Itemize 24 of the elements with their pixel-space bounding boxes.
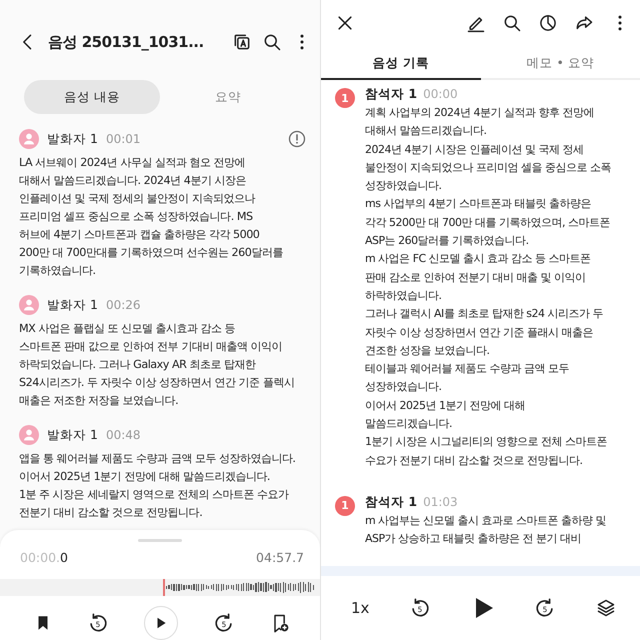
speaker-name: 발화자 1 (47, 296, 98, 314)
elapsed-time: 00:00.0 (20, 550, 68, 565)
speaker-badge: 1 (335, 496, 355, 516)
timestamp: 00:48 (106, 428, 142, 442)
speaker-name: 참석자 1 (365, 494, 418, 511)
total-time: 04:57.7 (256, 550, 304, 565)
transcript-text: m 사업부는 신모델 출시 효과로 스마트폰 출하량 및 ASP가 상승하고 태블릿 출하량은 전 분기 대비 (365, 512, 606, 548)
timestamp: 00:00 (423, 87, 458, 101)
timestamp: 00:26 (106, 298, 142, 312)
recording-title: 음성 250131_1031... (48, 32, 205, 52)
tab[interactable]: 음성 내용 (24, 80, 160, 114)
transcript-text: 계획 사업부의 2024년 4분기 실적과 향후 전망에 대해서 말씀드리겠습니다. 2024년 4분기 시장은 인플레이션 및 국제 정세 불안정이 지속되었으나 프리미엄 셀을 중심으로 소폭 성장하였습니다. ms 사업부의 4분기 스마트폰과 태블릿 출하량은 각각 5200만 대 700만 대를 기록하였으며, 스마트폰 ASP는 260달러를 기록하였습니다. m 사업은 FC 신모델 출시 효과 감소 등 스마트폰 판매 감소로 인하여 전분기 대비 매출 및 이익이 하락하였습니다. 그러나 갤럭시 AI를 최초로 탑재한 s24 시리즈가 두 자릿수 이상 성장하면서 연간 기준 플래시 매출은 견조한 성장을 보였습니다. 테이블과 웨어러블 제품도 수량과 금액 모두 성장하였습니다. 이어서 2025년 1분기 전망에 대해 말씀드리겠습니다. 1분기 시장은 시그널리티의 영향으로 전체 스마트폰 수요가 전분기 대비 감소할 것으로 전망됩니다. (365, 105, 611, 469)
speed-button[interactable]: 1x (351, 599, 370, 617)
speaker-name: 발화자 1 (47, 426, 98, 444)
transcript-text: LA 서브웨이 2024년 사무실 실적과 혐오 전망에 대해서 말씀드리겠습니다. 2024년 4분기 시장은 인플레이션 및 국제 정세의 불안정이 지속되었으나 프리미엄 셀프 중심으로 소폭 성장하였습니다. MS 허브에 4분기 스마트폰과 캡슐 출하량은 각각 5000 200만 대 700만대를 기록하였으며 선수원는 260달러를 기록하였습니다. (19, 155, 284, 279)
timestamp: 00:01 (106, 132, 142, 146)
speaker-badge: 1 (335, 88, 355, 108)
timestamp: 01:03 (423, 494, 458, 509)
speaker-name: 발화자 1 (47, 130, 98, 148)
speaker-name: 참석자 1 (365, 86, 418, 103)
tab[interactable]: 메모 • 요약 (480, 48, 640, 80)
tab[interactable]: 음성 기록 (321, 48, 480, 80)
transcript-text: 앱을 통 웨어러블 제품도 수량과 금액 모두 성장하였습니다. 이어서 2025년 1분기 전망에 대해 말씀드리겠습니다. 1분 주 시장은 세네랄지 영역으로 전체의 스마트폰 수요가 전분기 대비 감소할 것으로 전망됩니다. (19, 451, 296, 521)
transcript-text: MX 사업은 플랩실 또 신모델 출시효과 감소 등 스마트폰 판매 값으로 인하여 전부 기대비 매출액 이익이 하락되었습니다. 그러나 Galaxy AR 최초로 탑재한 S24시리즈가. 두 자릿수 이상 성장하면서 연간 기준 플렉시 매출은 저조한 저장을 보였습니다. (19, 321, 296, 409)
